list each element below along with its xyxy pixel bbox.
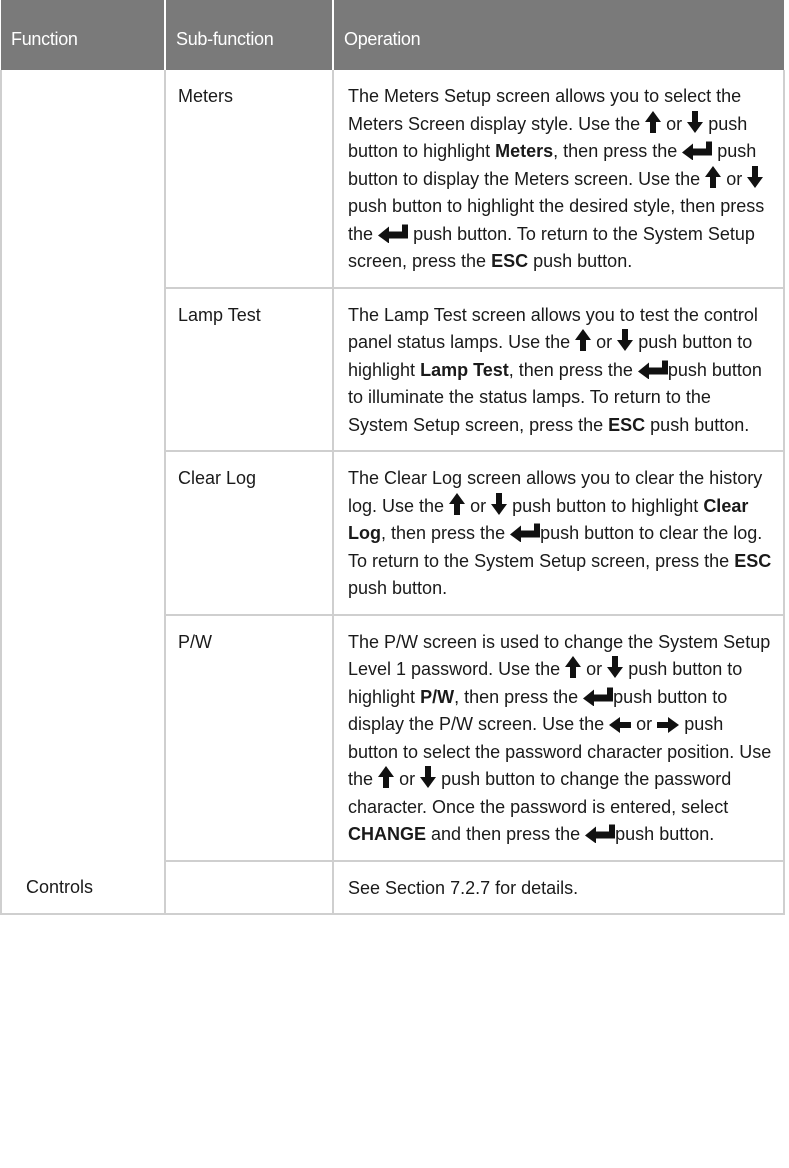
- table-row: Meters The Meters Setup screen allows yo…: [0, 70, 785, 289]
- op-text: The Meters Setup screen allows you to se…: [348, 86, 742, 134]
- op-text: or: [636, 714, 653, 734]
- table-row: Lamp Test The Lamp Test screen allows yo…: [0, 287, 785, 452]
- op-text: , then press the: [454, 686, 579, 707]
- op-bold: ESC: [608, 414, 646, 435]
- op-text: push button.: [533, 251, 633, 271]
- table-row: Controls See Section 7.2.7 for details.: [0, 860, 785, 915]
- op-text: push button.: [650, 414, 750, 435]
- subfunction-cell: P/W: [164, 614, 333, 862]
- enter-icon: [682, 141, 712, 160]
- enter-icon: [638, 360, 668, 379]
- op-bold: P/W: [420, 686, 455, 707]
- enter-icon: [585, 824, 615, 843]
- op-text: , then press the: [508, 359, 633, 380]
- op-bold: CHANGE: [348, 824, 427, 844]
- op-text: or: [596, 332, 613, 352]
- op-bold: ESC: [734, 550, 772, 571]
- arrow-up-icon: [565, 656, 581, 678]
- subfunction-cell: Lamp Test: [164, 287, 333, 452]
- arrow-down-icon: [420, 766, 436, 788]
- op-text: or: [586, 659, 603, 679]
- arrow-up-icon: [575, 329, 591, 351]
- function-cell: [0, 287, 165, 451]
- subfunction-cell: [164, 860, 333, 915]
- operation-cell: The Clear Log screen allows you to clear…: [332, 451, 785, 616]
- operation-cell: The Lamp Test screen allows you to test …: [332, 287, 785, 452]
- subfunction-cell: Clear Log: [164, 451, 333, 616]
- function-cell: [0, 70, 165, 288]
- op-text: push button to highlight: [512, 495, 699, 516]
- header-function: Function: [1, 0, 165, 70]
- arrow-down-icon: [617, 329, 633, 351]
- arrow-up-icon: [449, 493, 465, 515]
- op-text: See Section 7.2.7 for details.: [348, 877, 579, 898]
- arrow-down-icon: [607, 656, 623, 678]
- table-row: P/W The P/W screen is used to change the…: [0, 614, 785, 862]
- arrow-down-icon: [747, 166, 763, 188]
- function-cell: [0, 451, 165, 615]
- operation-cell: The Meters Setup screen allows you to se…: [332, 70, 785, 289]
- op-bold: Lamp Test: [420, 359, 509, 380]
- operation-cell: See Section 7.2.7 for details.: [332, 860, 785, 915]
- arrow-up-icon: [705, 166, 721, 188]
- subfunction-cell: Meters: [164, 70, 333, 289]
- arrow-down-icon: [491, 493, 507, 515]
- op-text: , then press the: [553, 141, 678, 161]
- op-text: or: [666, 113, 683, 134]
- arrow-right-icon: [657, 717, 679, 733]
- op-text: , then press the: [381, 523, 506, 543]
- op-text: or: [726, 168, 743, 189]
- enter-icon: [510, 523, 540, 542]
- enter-icon: [583, 687, 613, 706]
- op-text: or: [470, 495, 487, 516]
- op-text: push button.: [348, 578, 448, 598]
- op-text: push button.: [615, 824, 715, 844]
- operation-cell: The P/W screen is used to change the Sys…: [332, 614, 785, 862]
- arrow-left-icon: [609, 717, 631, 733]
- function-table: Function Sub-function Operation Meters T…: [0, 0, 785, 915]
- op-text: and then press the: [431, 824, 581, 844]
- op-text: or: [399, 769, 416, 789]
- function-cell: Controls: [0, 860, 165, 915]
- op-bold: ESC: [491, 251, 529, 271]
- op-bold: Meters: [495, 141, 554, 161]
- table-header-row: Function Sub-function Operation: [1, 0, 784, 70]
- function-cell: [0, 614, 165, 861]
- arrow-up-icon: [378, 766, 394, 788]
- header-operation: Operation: [332, 0, 784, 70]
- enter-icon: [378, 224, 408, 243]
- arrow-down-icon: [687, 111, 703, 133]
- table-row: Clear Log The Clear Log screen allows yo…: [0, 451, 785, 616]
- header-subfunction: Sub-function: [164, 0, 333, 70]
- arrow-up-icon: [645, 111, 661, 133]
